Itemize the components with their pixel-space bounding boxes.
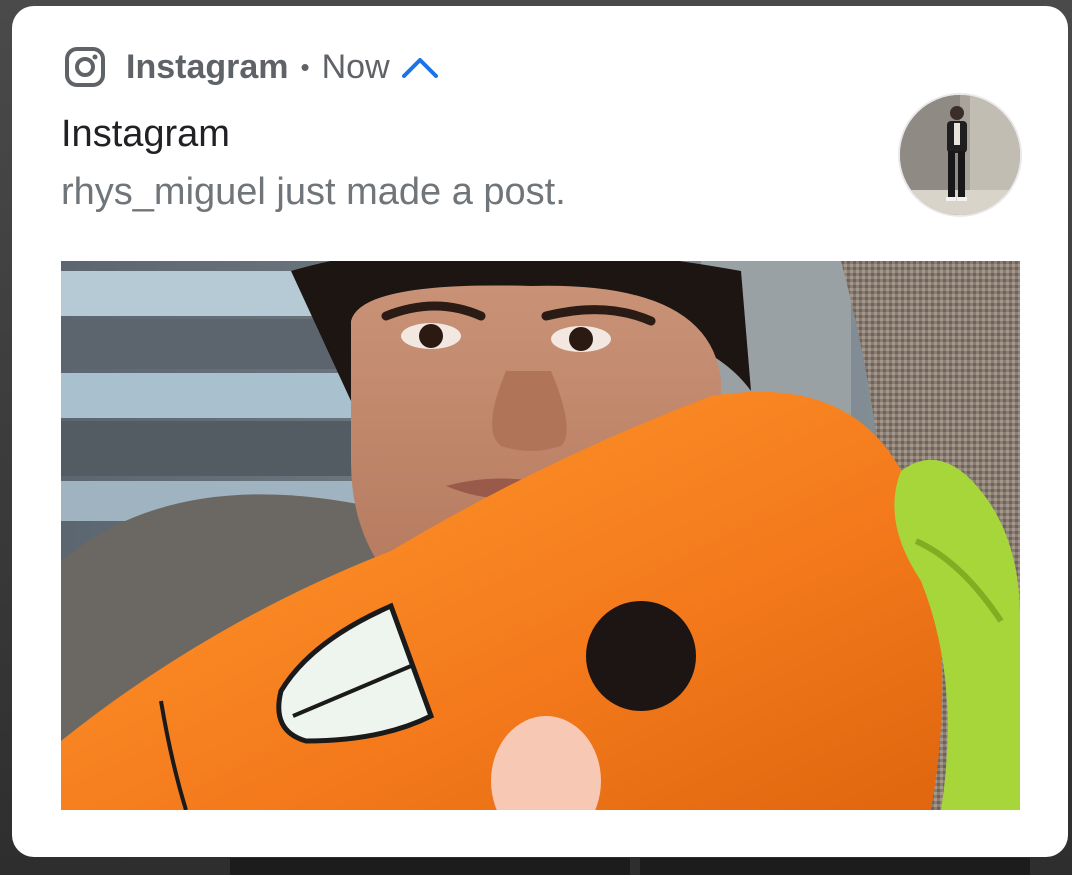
- chevron-up-icon[interactable]: [400, 52, 440, 82]
- background-strip: [230, 858, 630, 875]
- separator-dot: •: [300, 52, 310, 82]
- notification-title: Instagram: [61, 113, 230, 155]
- notification-body: rhys_miguel just made a post.: [61, 171, 566, 213]
- timestamp: Now: [321, 48, 390, 86]
- app-name: Instagram: [126, 48, 289, 86]
- notification-card[interactable]: Instagram • Now Instagram rhys_miguel ju…: [12, 6, 1068, 857]
- avatar: [900, 95, 1020, 215]
- notification-header: Instagram • Now: [64, 44, 440, 90]
- post-image[interactable]: [61, 261, 1020, 810]
- instagram-icon: [64, 46, 106, 88]
- background-strip: [640, 858, 1030, 875]
